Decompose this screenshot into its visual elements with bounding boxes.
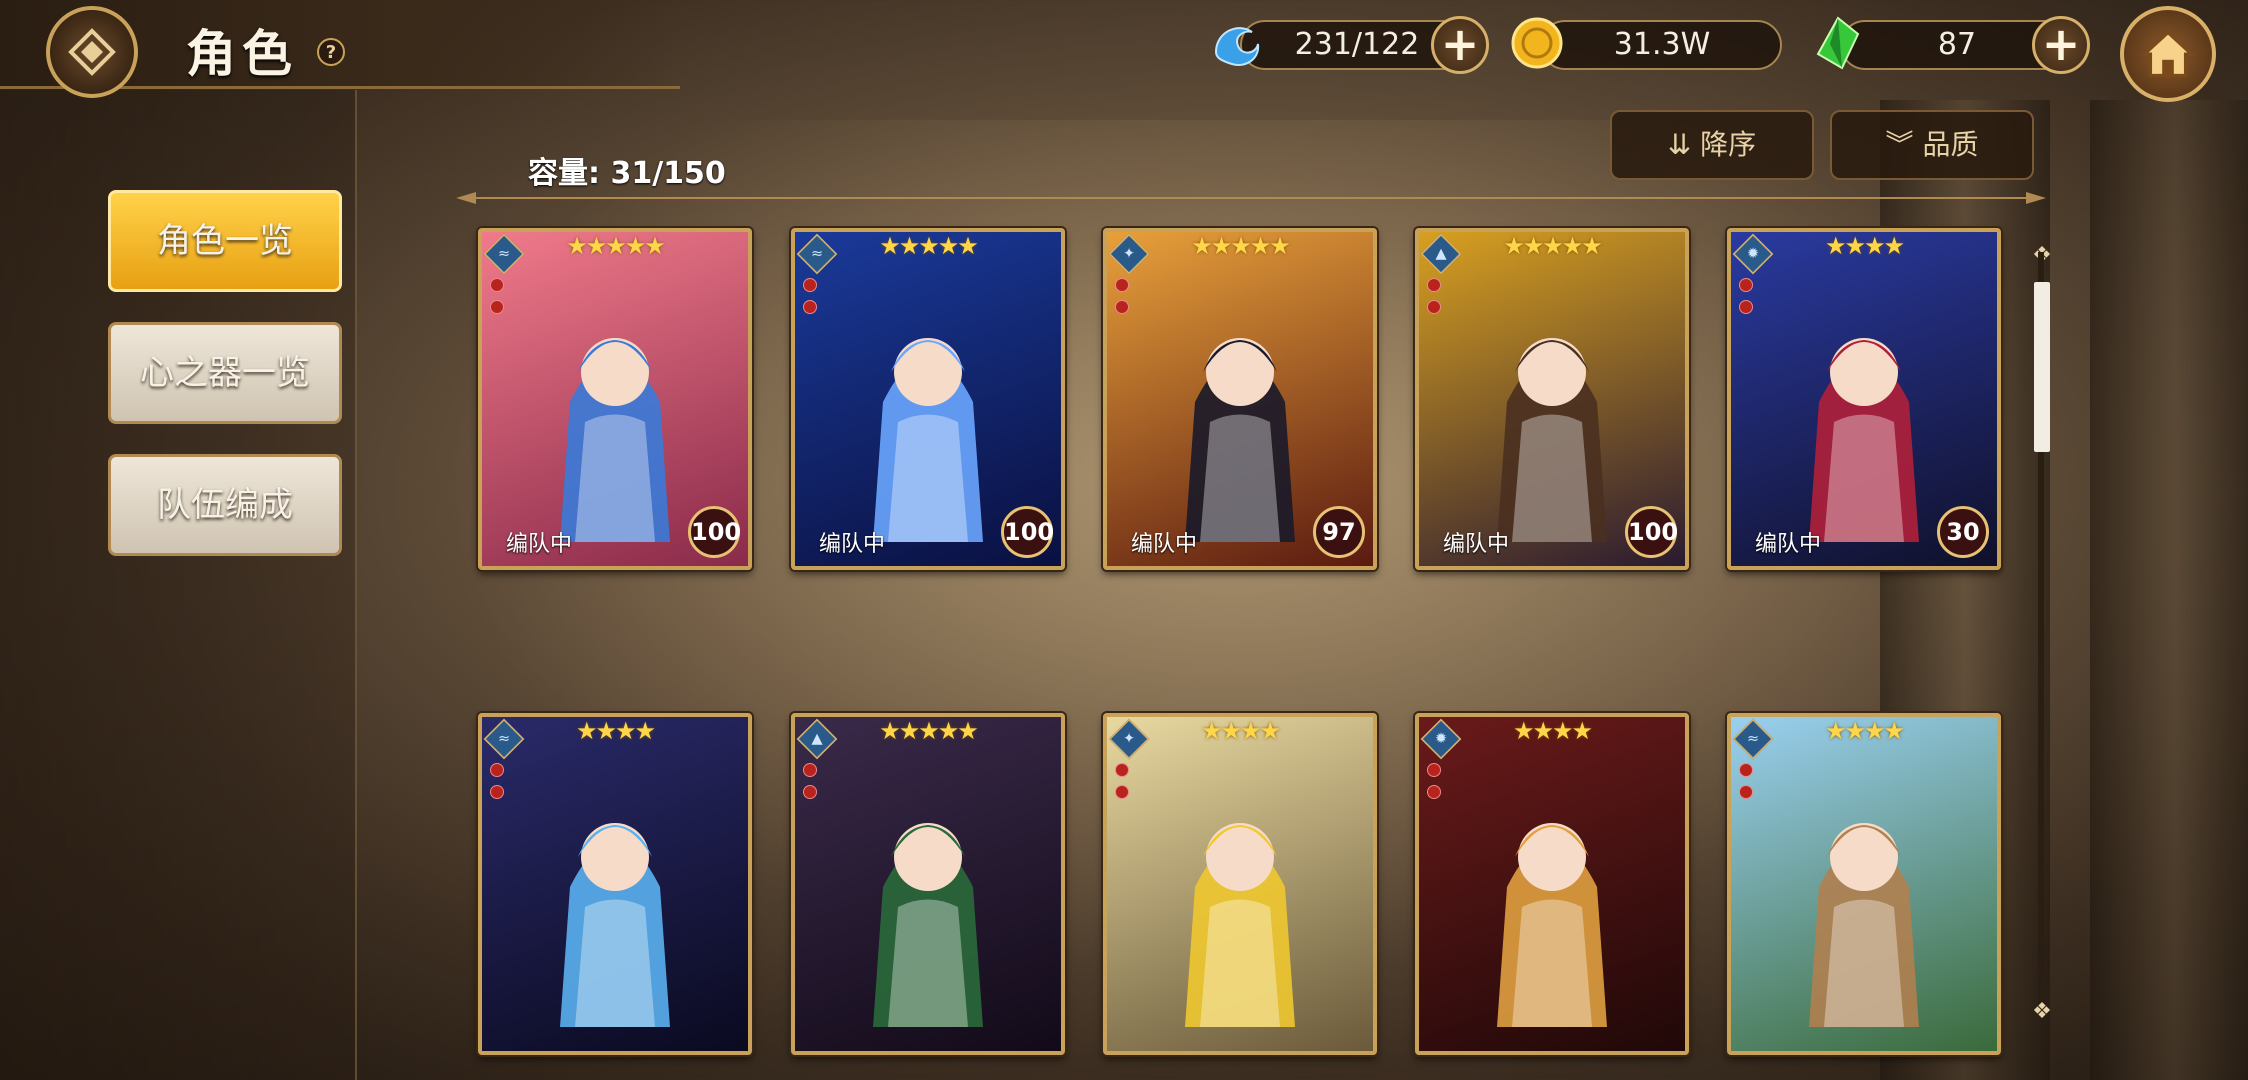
character-card[interactable]: ≈ ★★★★★ 编队中 100 bbox=[478, 228, 752, 570]
crystal-value: 87 bbox=[1937, 27, 1977, 62]
scroll-down-icon[interactable]: ❖ bbox=[2030, 1000, 2054, 1024]
stamina-value: 231/122 bbox=[1294, 27, 1420, 62]
in-team-label: 编队中 bbox=[506, 532, 573, 557]
gem-slots bbox=[1427, 763, 1441, 807]
character-portrait bbox=[1185, 338, 1295, 542]
quality-filter-label: 品质 bbox=[1922, 128, 1979, 161]
in-team-label: 编队中 bbox=[1755, 532, 1822, 557]
quality-filter-button[interactable]: ︾ 品质 bbox=[1830, 110, 2034, 180]
rarity-stars: ★★★★★ bbox=[1503, 232, 1603, 260]
add-stamina-button[interactable]: + bbox=[1431, 16, 1489, 74]
character-portrait bbox=[560, 823, 670, 1027]
back-button[interactable] bbox=[46, 6, 138, 98]
rarity-stars: ★★★★★ bbox=[566, 232, 666, 260]
character-portrait bbox=[1809, 338, 1919, 542]
help-icon[interactable]: ? bbox=[317, 38, 345, 66]
chevron-down-icon: ︾ bbox=[1885, 128, 1923, 161]
rarity-stars: ★★★★ bbox=[1512, 717, 1593, 745]
character-portrait bbox=[1185, 823, 1295, 1027]
level-badge: 100 bbox=[688, 506, 741, 558]
rarity-stars: ★★★★★ bbox=[879, 717, 979, 745]
in-team-label: 编队中 bbox=[819, 532, 886, 557]
level-badge: 30 bbox=[1937, 506, 1989, 558]
rarity-stars: ★★★★ bbox=[1824, 232, 1905, 260]
rarity-stars: ★★★★ bbox=[1200, 717, 1281, 745]
sidebar-item-team-formation[interactable]: 队伍编成 bbox=[108, 454, 342, 556]
level-badge: 100 bbox=[1001, 506, 1054, 558]
sidebar-item-character-list[interactable]: 角色一览 bbox=[108, 190, 342, 292]
stamina-icon bbox=[1214, 27, 1260, 66]
green-crystal-icon bbox=[1816, 16, 1860, 70]
gold-value: 31.3W bbox=[1613, 27, 1711, 62]
sidebar-item-label: 角色一览 bbox=[157, 221, 293, 261]
rarity-stars: ★★★★★ bbox=[1191, 232, 1291, 260]
sidebar-item-label: 心之器一览 bbox=[140, 353, 310, 393]
gem-slots bbox=[1427, 278, 1441, 322]
sort-icon: ⇊ bbox=[1667, 128, 1701, 161]
scrollbar-thumb[interactable] bbox=[2034, 282, 2050, 452]
character-portrait bbox=[1497, 823, 1607, 1027]
gem-slots bbox=[490, 278, 504, 322]
gem-slots bbox=[1115, 278, 1129, 322]
in-team-label: 编队中 bbox=[1443, 532, 1510, 557]
capacity-label: 容量: 31/150 bbox=[528, 156, 726, 191]
gem-slots bbox=[490, 763, 504, 807]
rarity-stars: ★★★★ bbox=[575, 717, 656, 745]
level-badge: 100 bbox=[1625, 506, 1678, 558]
character-portrait bbox=[560, 338, 670, 542]
character-card[interactable]: ✹ ★★★★ 编队中 30 bbox=[1727, 228, 2001, 570]
character-portrait bbox=[873, 823, 983, 1027]
back-diamond-icon bbox=[68, 28, 116, 76]
gem-slots bbox=[803, 278, 817, 322]
rarity-stars: ★★★★★ bbox=[879, 232, 979, 260]
gem-slots bbox=[1115, 763, 1129, 807]
add-crystal-button[interactable]: + bbox=[2032, 16, 2090, 74]
character-card[interactable]: ▲ ★★★★★ bbox=[791, 713, 1065, 1055]
rarity-stars: ★★★★ bbox=[1824, 717, 1905, 745]
character-portrait bbox=[1809, 823, 1919, 1027]
gem-slots bbox=[803, 763, 817, 807]
gem-slots bbox=[1739, 278, 1753, 322]
sort-order-label: 降序 bbox=[1700, 128, 1757, 161]
sidebar-item-heart-vessel-list[interactable]: 心之器一览 bbox=[108, 322, 342, 424]
gold-coin-icon bbox=[1511, 17, 1563, 69]
character-card[interactable]: ≈ ★★★★★ 编队中 100 bbox=[791, 228, 1065, 570]
in-team-label: 编队中 bbox=[1131, 532, 1198, 557]
character-card[interactable]: ≈ ★★★★ bbox=[478, 713, 752, 1055]
character-card[interactable]: ✹ ★★★★ bbox=[1415, 713, 1689, 1055]
home-icon bbox=[2141, 30, 2195, 77]
character-portrait bbox=[1497, 338, 1607, 542]
page-title: 角色 bbox=[186, 25, 298, 83]
sort-order-button[interactable]: ⇊ 降序 bbox=[1610, 110, 1814, 180]
character-card[interactable]: ✦ ★★★★ bbox=[1103, 713, 1377, 1055]
level-badge: 97 bbox=[1313, 506, 1365, 558]
gold-counter: 31.3W bbox=[1540, 20, 1782, 70]
home-button[interactable] bbox=[2120, 6, 2216, 102]
background-pillar bbox=[2090, 100, 2248, 1080]
character-card[interactable]: ≈ ★★★★ bbox=[1727, 713, 2001, 1055]
ornament-divider bbox=[456, 192, 2046, 204]
gem-slots bbox=[1739, 763, 1753, 807]
character-card[interactable]: ▲ ★★★★★ 编队中 100 bbox=[1415, 228, 1689, 570]
sidebar-item-label: 队伍编成 bbox=[157, 485, 293, 525]
character-portrait bbox=[873, 338, 983, 542]
character-card[interactable]: ✦ ★★★★★ 编队中 97 bbox=[1103, 228, 1377, 570]
